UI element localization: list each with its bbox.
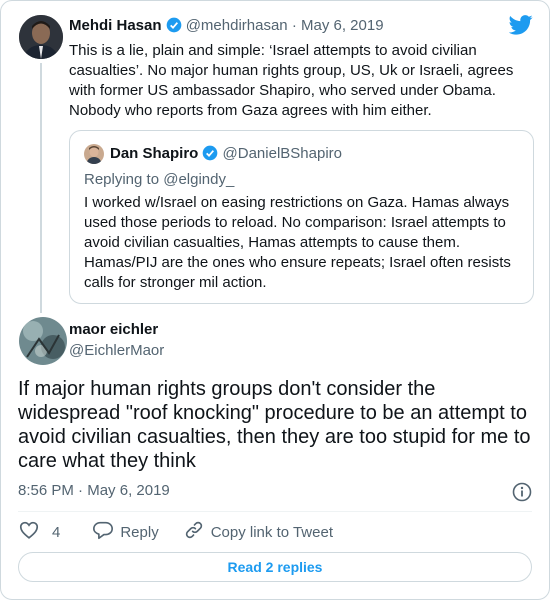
twitter-bird-icon[interactable] (508, 15, 533, 40)
embedded-tweet-card: Mehdi Hasan @mehdirhasan · May 6, 2019 T… (0, 0, 550, 600)
main-tweet-text: If major human rights groups don't consi… (18, 378, 531, 472)
parent-date[interactable]: May 6, 2019 (301, 17, 384, 34)
dot-separator: · (78, 482, 84, 499)
parent-handle[interactable]: @mehdirhasan (186, 17, 288, 34)
divider (18, 511, 532, 512)
maor-eichler-avatar[interactable] (19, 317, 67, 365)
tweet-timestamp[interactable]: 8:56 PM · May 6, 2019 (18, 482, 170, 499)
copy-link-button[interactable]: Copy link to Tweet (183, 519, 333, 545)
quoted-author-name: Dan Shapiro (110, 145, 199, 162)
parent-tweet-text: This is a lie, plain and simple: ‘Israel… (69, 42, 514, 119)
reply-button[interactable]: Reply (92, 519, 159, 545)
thread-connector-line (40, 63, 42, 313)
reply-bubble-icon (92, 519, 120, 545)
verified-badge-icon (202, 145, 218, 165)
parent-tweet-header: Mehdi Hasan @mehdirhasan · May 6, 2019 (69, 17, 384, 37)
heart-icon (18, 519, 46, 545)
copy-link-label: Copy link to Tweet (210, 523, 333, 541)
tweet-time[interactable]: 8:56 PM (18, 482, 74, 499)
main-handle[interactable]: @EichlerMaor (69, 342, 164, 359)
like-count: 4 (52, 523, 61, 541)
tweet-actions-bar: 4 Reply Copy link to Tweet (18, 521, 333, 543)
tweet-date[interactable]: May 6, 2019 (87, 482, 170, 499)
read-replies-button[interactable]: Read 2 replies (18, 552, 532, 582)
dan-shapiro-avatar (84, 144, 104, 164)
parent-author-name[interactable]: Mehdi Hasan (69, 17, 162, 34)
info-icon[interactable] (512, 482, 532, 507)
reply-label: Reply (120, 523, 159, 541)
link-icon (183, 519, 211, 545)
quoted-tweet-text: I worked w/Israel on easing restrictions… (84, 194, 511, 291)
mehdi-hasan-avatar[interactable] (19, 15, 63, 59)
like-button[interactable]: 4 (18, 519, 60, 545)
dot-separator: · (291, 17, 297, 34)
verified-badge-icon (166, 17, 182, 37)
quoted-tweet-header: Dan Shapiro @DanielBShapiro (110, 145, 342, 165)
quoted-tweet[interactable]: Dan Shapiro @DanielBShapiro Replying to … (69, 130, 534, 304)
main-author-name[interactable]: maor eichler (69, 321, 158, 338)
replying-to-label: Replying to @elgindy_ (84, 171, 235, 188)
quoted-handle: @DanielBShapiro (222, 145, 342, 162)
